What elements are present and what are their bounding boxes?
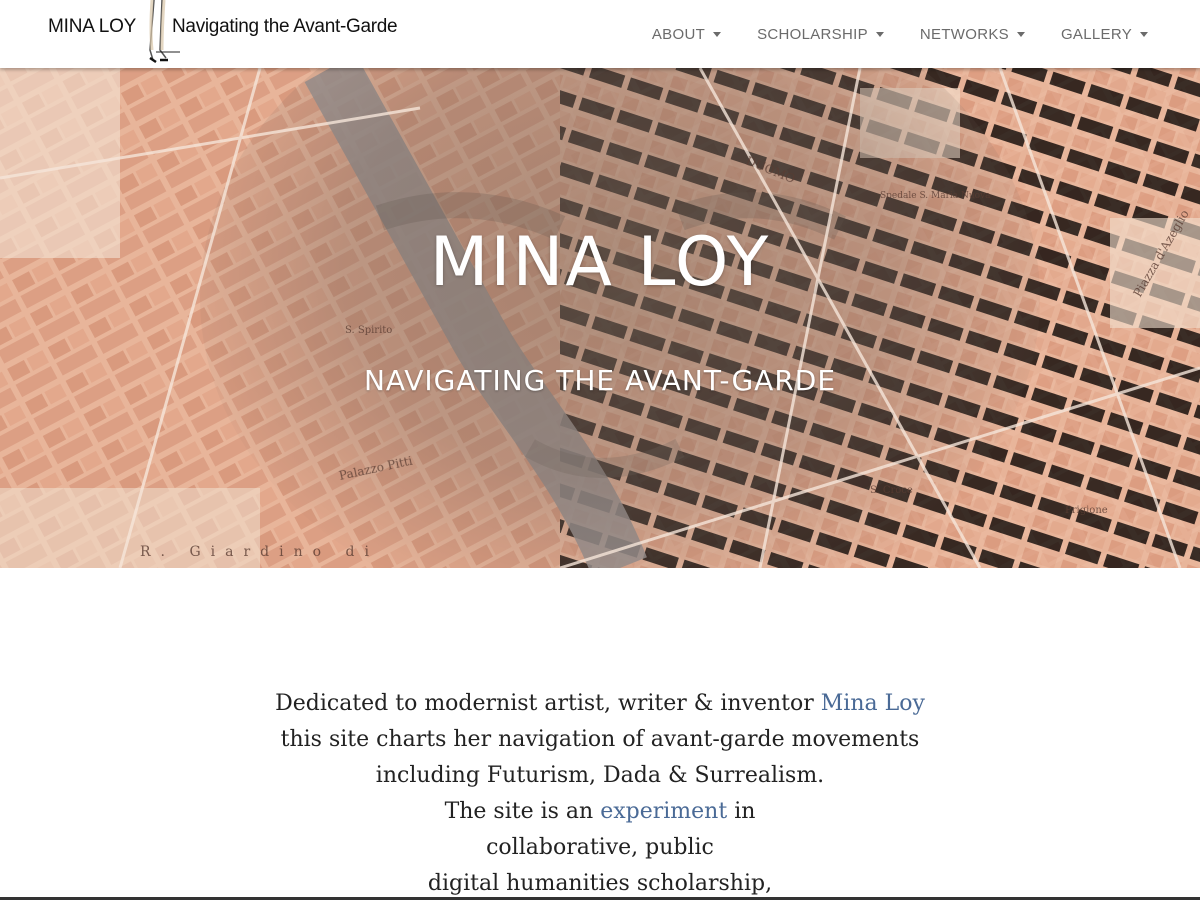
map-label: S. Spirito: [345, 325, 392, 336]
experiment-link[interactable]: experiment: [600, 799, 727, 824]
intro-text-span: The site is an: [444, 799, 601, 824]
intro-text-span: in: [727, 799, 756, 824]
intro-line-1: Dedicated to modernist artist, writer & …: [200, 686, 1000, 722]
nav-networks-label: NETWORKS: [919, 25, 1009, 43]
mina-loy-link[interactable]: Mina Loy: [821, 691, 925, 716]
map-label: Spedale S. Maria Nuova: [880, 191, 991, 201]
intro-line-2: this site charts her navigation of avant…: [280, 727, 920, 752]
map-label: R. Giardino di: [140, 544, 379, 560]
hero-title: MINA LOY: [429, 223, 771, 302]
nav-gallery-label: GALLERY: [1060, 25, 1132, 43]
main-nav: ABOUT SCHOLARSHIP NETWORKS GALLERY: [652, 0, 1148, 68]
brand-name: MINA LOY: [48, 16, 137, 37]
nav-about-label: ABOUT: [651, 25, 706, 43]
caret-down-icon: [875, 31, 884, 37]
intro-line-4: The site is an experiment in: [200, 794, 1000, 830]
intro-text-span: Dedicated to modernist artist, writer & …: [275, 691, 821, 716]
map-label: S. Croce: [870, 485, 913, 496]
hero-subtitle: NAVIGATING THE AVANT-GARDE: [363, 364, 837, 397]
intro-line-5: collaborative, public: [486, 835, 714, 860]
brand-tagline: Navigating the Avant-Garde: [172, 16, 398, 37]
nav-about[interactable]: ABOUT: [651, 25, 722, 43]
hero-banner: DUOMO Palazzo Pitti Piazza d'Azeglio S. …: [0, 68, 1200, 568]
caret-down-icon: [1140, 31, 1148, 37]
hero-map-image: DUOMO Palazzo Pitti Piazza d'Azeglio S. …: [0, 68, 1200, 568]
caret-down-icon: [1016, 31, 1025, 37]
nav-scholarship-label: SCHOLARSHIP: [757, 25, 868, 43]
caret-down-icon: [713, 31, 722, 37]
intro-text: Dedicated to modernist artist, writer & …: [200, 686, 1000, 902]
nav-scholarship[interactable]: SCHOLARSHIP: [757, 26, 884, 43]
site-header: MINA LOY Navigating the Avant-Garde ABOU…: [0, 0, 1200, 68]
nav-gallery[interactable]: GALLERY: [1061, 26, 1148, 43]
map-label: Prigione: [1065, 505, 1108, 516]
intro-line-3: including Futurism, Dada & Surrealism.: [375, 763, 825, 788]
nav-networks[interactable]: NETWORKS: [920, 26, 1025, 43]
